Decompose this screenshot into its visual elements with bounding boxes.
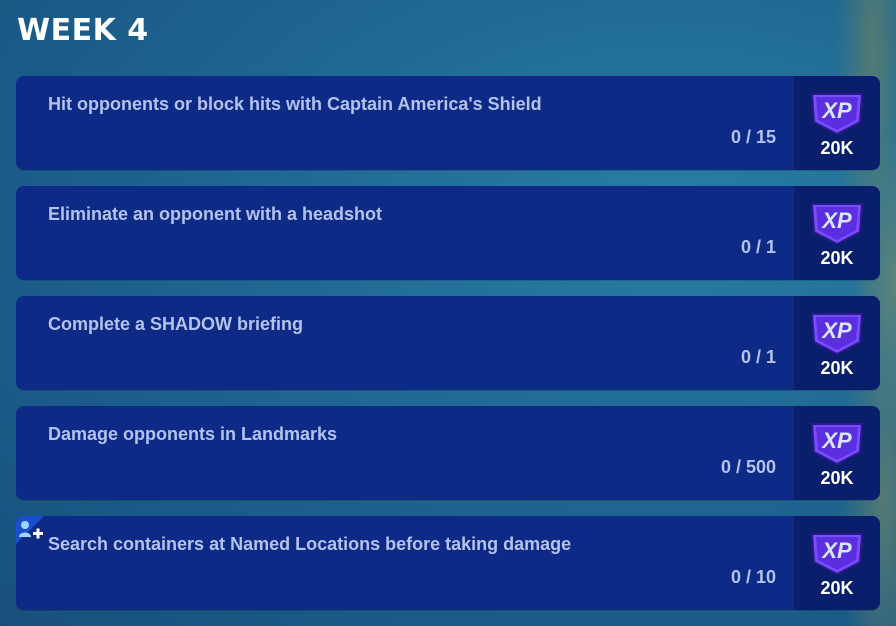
quest-name: Damage opponents in Landmarks: [48, 424, 338, 444]
quest-progress: 0 / 10: [730, 567, 776, 587]
xp-reward: XP 20K: [794, 186, 880, 280]
xp-reward: XP 20K: [794, 296, 880, 390]
quest-progress: 0 / 1: [740, 237, 776, 257]
page-title: WEEK 4: [17, 13, 149, 48]
quest-name: Search containers at Named Locations bef…: [48, 534, 572, 554]
xp-amount: 20K: [820, 248, 854, 268]
quest-progress: 0 / 500: [720, 457, 776, 477]
xp-badge-text: XP: [820, 428, 852, 453]
xp-icon: XP: [810, 533, 864, 576]
xp-icon: XP: [810, 93, 864, 136]
xp-icon: XP: [810, 203, 864, 246]
quest-card[interactable]: Complete a SHADOW briefing 0 / 1 XP 20K: [16, 296, 880, 390]
party-assist-icon: [16, 516, 44, 544]
quest-card[interactable]: Search containers at Named Locations bef…: [16, 516, 880, 610]
xp-reward: XP 20K: [794, 516, 880, 610]
quest-card[interactable]: Hit opponents or block hits with Captain…: [16, 76, 880, 170]
xp-badge-text: XP: [820, 98, 852, 123]
quest-progress: 0 / 15: [730, 127, 776, 147]
quest-progress: 0 / 1: [740, 347, 776, 367]
xp-badge-text: XP: [820, 318, 852, 343]
xp-badge-text: XP: [820, 208, 852, 233]
xp-badge-text: XP: [820, 538, 852, 563]
xp-reward: XP 20K: [794, 76, 880, 170]
quest-card[interactable]: Eliminate an opponent with a headshot 0 …: [16, 186, 880, 280]
xp-amount: 20K: [820, 138, 854, 158]
quest-name: Eliminate an opponent with a headshot: [48, 204, 383, 224]
xp-reward: XP 20K: [794, 406, 880, 500]
xp-amount: 20K: [820, 578, 854, 598]
quest-card[interactable]: Damage opponents in Landmarks 0 / 500 XP…: [16, 406, 880, 500]
xp-amount: 20K: [820, 468, 854, 488]
quest-name: Complete a SHADOW briefing: [48, 314, 304, 334]
xp-amount: 20K: [820, 358, 854, 378]
xp-icon: XP: [810, 423, 864, 466]
xp-icon: XP: [810, 313, 864, 356]
quest-name: Hit opponents or block hits with Captain…: [48, 94, 542, 114]
